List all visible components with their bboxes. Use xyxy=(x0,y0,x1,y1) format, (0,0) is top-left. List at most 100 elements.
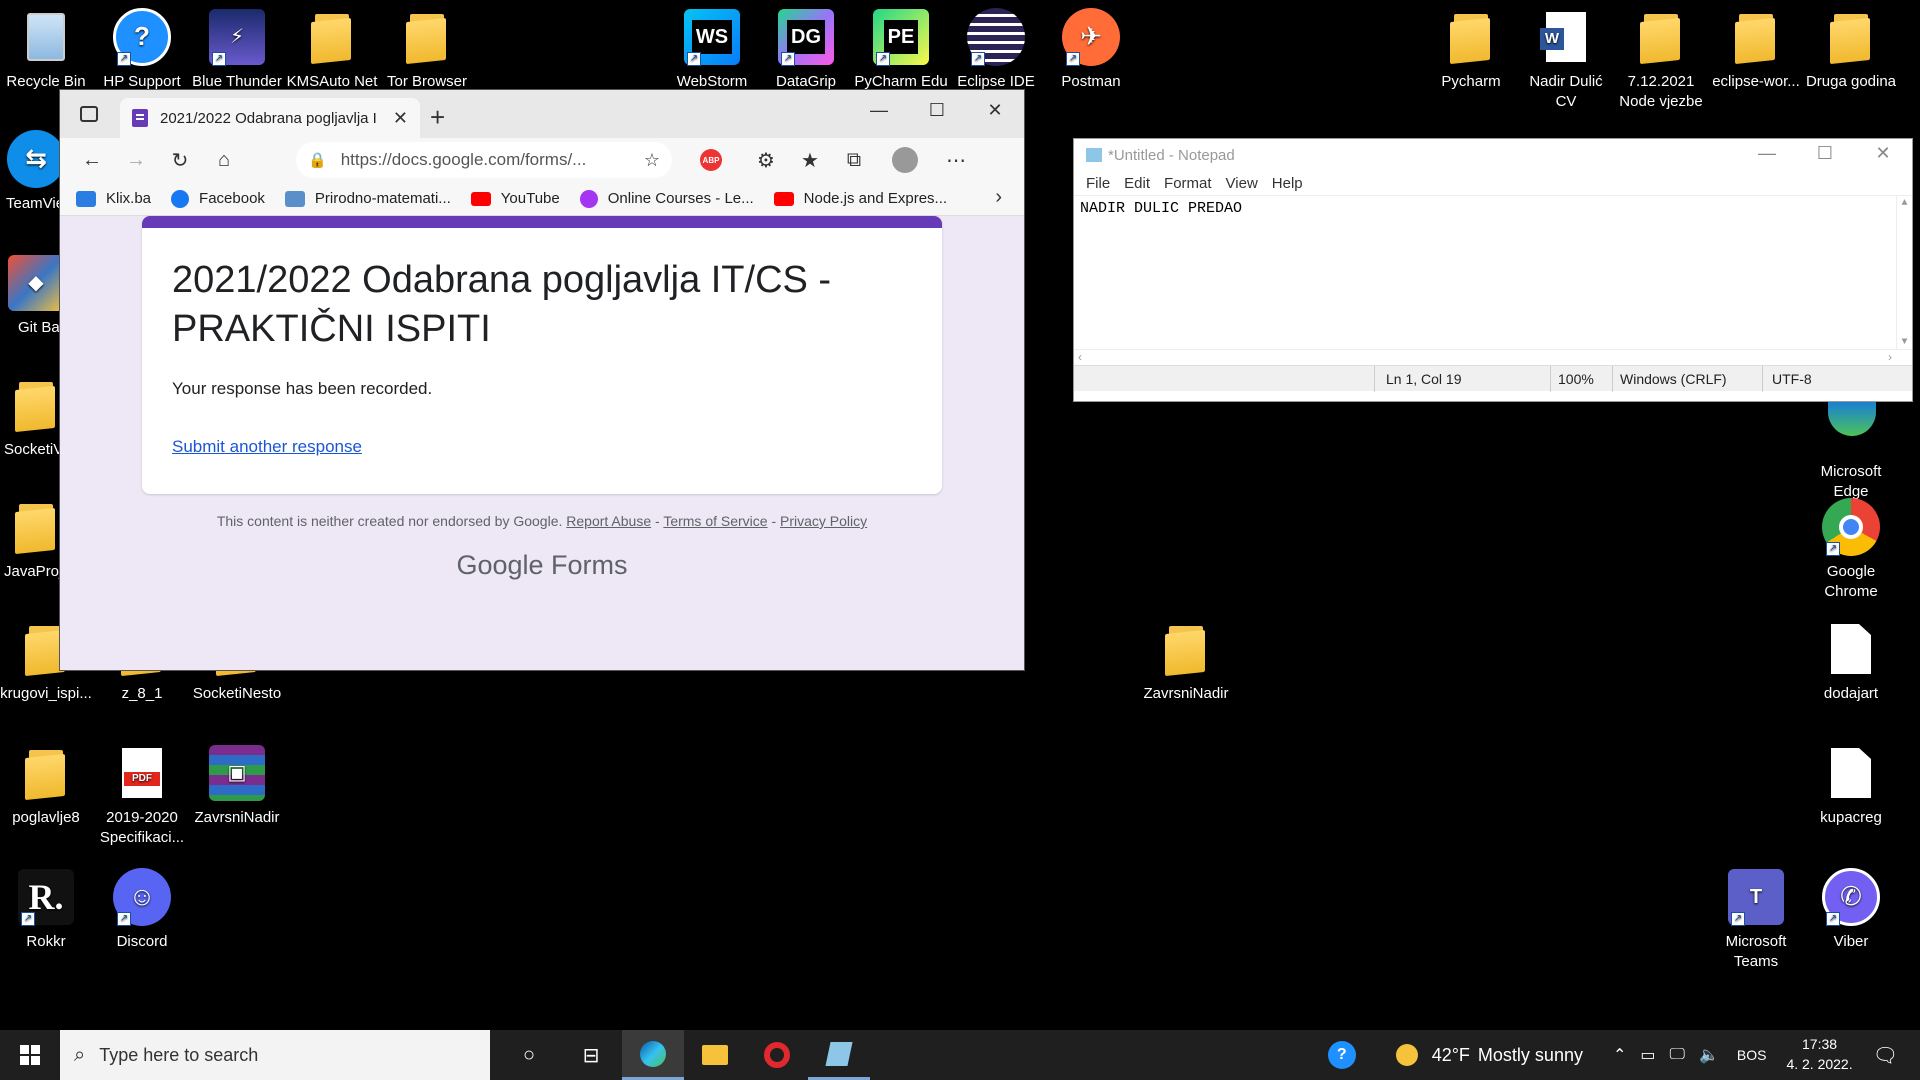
weather-widget[interactable]: 42°F Mostly sunny xyxy=(1395,1044,1583,1066)
maximize-button[interactable]: ☐ xyxy=(1796,139,1854,167)
forward-button[interactable]: → xyxy=(114,149,158,172)
minimize-button[interactable]: — xyxy=(1738,139,1796,167)
desktop-icon-discord[interactable]: ☺ ↗ Discord xyxy=(94,866,190,952)
tab-actions-icon[interactable] xyxy=(80,106,98,122)
minimize-button[interactable]: — xyxy=(850,96,908,124)
battery-icon[interactable]: ▭ xyxy=(1640,1045,1655,1065)
bookmark-item[interactable]: Online Courses - Le... xyxy=(579,189,754,208)
horizontal-scrollbar[interactable]: ‹ › xyxy=(1074,349,1912,365)
postman-icon: ✈ ↗ xyxy=(1060,6,1122,68)
notepad-titlebar[interactable]: *Untitled - Notepad — ☐ ✕ xyxy=(1074,139,1912,171)
task-view-button[interactable]: ⊟ xyxy=(560,1030,622,1080)
taskbar-edge[interactable] xyxy=(622,1030,684,1080)
desktop-icon-rokkr[interactable]: R. ↗ Rokkr xyxy=(0,866,94,952)
notifications-icon[interactable]: 🗨 xyxy=(1873,1043,1898,1068)
more-menu-icon[interactable]: ⋯ xyxy=(934,148,978,173)
menu-format[interactable]: Format xyxy=(1164,175,1212,192)
discord-icon: ☺ ↗ xyxy=(111,866,173,928)
close-window-button[interactable]: ✕ xyxy=(966,96,1024,124)
desktop-icon-postman[interactable]: ✈ ↗ Postman xyxy=(1043,6,1139,92)
add-favorite-icon[interactable]: ☆ xyxy=(644,150,660,171)
vertical-scrollbar[interactable]: ▲ ▼ xyxy=(1896,196,1912,350)
pdf-file-icon: PDF xyxy=(111,742,173,804)
desktop-icon-dodajart[interactable]: dodajart xyxy=(1803,618,1899,704)
report-abuse-link[interactable]: Report Abuse xyxy=(566,513,651,529)
taskbar-file-explorer[interactable] xyxy=(684,1030,746,1080)
desktop-icon-node-vjezbe[interactable]: 7.12.2021 Node vjezbe xyxy=(1613,6,1709,111)
menu-edit[interactable]: Edit xyxy=(1124,175,1150,192)
chevron-up-icon[interactable]: ⌃ xyxy=(1613,1045,1626,1065)
refresh-button[interactable]: ↻ xyxy=(158,148,202,173)
desktop-icon-webstorm[interactable]: WS ↗ WebStorm xyxy=(664,6,760,92)
menu-view[interactable]: View xyxy=(1226,175,1258,192)
cortana-button[interactable]: ○ xyxy=(498,1030,560,1080)
help-icon[interactable]: ? xyxy=(1327,1041,1356,1069)
new-tab-button[interactable]: + xyxy=(430,102,445,133)
notepad-window[interactable]: *Untitled - Notepad — ☐ ✕ File Edit Form… xyxy=(1073,138,1913,402)
desktop-icon-druga-godina[interactable]: Druga godina xyxy=(1803,6,1899,92)
close-tab-icon[interactable]: ✕ xyxy=(393,108,408,129)
adblock-extension-icon[interactable]: ABP xyxy=(700,149,722,171)
menu-help[interactable]: Help xyxy=(1272,175,1303,192)
language-indicator[interactable]: BOS xyxy=(1737,1047,1767,1063)
desktop-icon-pycharm-edu[interactable]: PE ↗ PyCharm Edu xyxy=(853,6,949,92)
udemy-icon xyxy=(579,189,598,208)
zoom-level: 100% xyxy=(1558,371,1594,387)
winrar-archive-icon: ▣ xyxy=(206,742,268,804)
bookmark-item[interactable]: Facebook xyxy=(171,189,265,208)
desktop-icon-hp-support[interactable]: ? ↗ HP Support xyxy=(94,6,190,92)
desktop-icon-tor-browser[interactable]: Tor Browser xyxy=(379,6,475,92)
desktop-icon-kmsauto[interactable]: KMSAuto Net xyxy=(284,6,380,92)
google-forms-logo[interactable]: Google Forms xyxy=(60,550,1024,581)
desktop-icon-ms-teams[interactable]: T ↗ Microsoft Teams xyxy=(1708,866,1804,971)
desktop-icon-zavrsni-rar[interactable]: ▣ ZavrsniNadir xyxy=(189,742,285,828)
desktop-icon-kupacreg[interactable]: kupacreg xyxy=(1803,742,1899,828)
notepad-text-area[interactable]: NADIR DULIC PREDAO ▲ ▼ xyxy=(1074,195,1912,350)
start-button[interactable] xyxy=(0,1030,60,1080)
desktop-icon-spec-pdf[interactable]: PDF 2019-2020 Specifikaci... xyxy=(94,742,190,847)
collections-icon[interactable]: ⧉ xyxy=(832,149,876,172)
clock[interactable]: 17:38 4. 2. 2022. xyxy=(1786,1035,1852,1074)
desktop-icon-google-chrome[interactable]: ↗ Google Chrome xyxy=(1803,496,1899,601)
desktop-icon-recycle-bin[interactable]: Recycle Bin xyxy=(0,6,94,92)
privacy-link[interactable]: Privacy Policy xyxy=(780,513,867,529)
home-button[interactable]: ⌂ xyxy=(202,149,246,172)
volume-icon[interactable]: 🔈 xyxy=(1699,1045,1719,1065)
browser-tab[interactable]: 2021/2022 Odabrana pogljavlja I ✕ xyxy=(120,98,420,138)
taskbar-notepad[interactable] xyxy=(808,1030,870,1080)
profile-avatar[interactable] xyxy=(892,147,918,173)
terms-link[interactable]: Terms of Service xyxy=(663,513,767,529)
favorites-icon[interactable]: ★ xyxy=(788,148,832,173)
taskbar-search-box[interactable]: ⌕ Type here to search xyxy=(60,1030,490,1080)
desktop-icon-zavrsni-folder[interactable]: ZavrsniNadir xyxy=(1138,618,1234,704)
desktop-icon-nadir-cv[interactable]: W Nadir Dulić CV xyxy=(1518,6,1614,111)
submit-another-link[interactable]: Submit another response xyxy=(172,437,362,457)
bookmark-item[interactable]: YouTube xyxy=(470,190,560,207)
back-button[interactable]: ← xyxy=(70,149,114,172)
desktop-icon-eclipse-wor[interactable]: eclipse-wor... xyxy=(1708,6,1804,92)
close-window-button[interactable]: ✕ xyxy=(1854,139,1912,167)
desktop-icon-poglavlje8[interactable]: poglavlje8 xyxy=(0,742,94,828)
maximize-button[interactable]: ☐ xyxy=(908,96,966,124)
taskbar-opera[interactable] xyxy=(746,1030,808,1080)
desktop-icon-blue-thunder[interactable]: ⚡ ↗ Blue Thunder xyxy=(189,6,285,92)
chevron-right-icon[interactable]: › xyxy=(995,186,1002,209)
desktop-icon-pycharm-folder[interactable]: Pycharm xyxy=(1423,6,1519,92)
desktop-icon-eclipse-ide[interactable]: ↗ Eclipse IDE xyxy=(948,6,1044,92)
bookmark-item[interactable]: Klix.ba xyxy=(76,190,151,207)
browser-window[interactable]: 2021/2022 Odabrana pogljavlja I ✕ + — ☐ … xyxy=(60,90,1024,670)
pycharm-edu-icon: PE ↗ xyxy=(870,6,932,68)
teams-icon: T ↗ xyxy=(1725,866,1787,928)
system-tray: ? 42°F Mostly sunny ⌃ ▭ 🖵 🔈 BOS 17:38 4.… xyxy=(1327,1030,1920,1080)
bookmark-item[interactable]: Node.js and Expres... xyxy=(773,190,947,207)
extensions-icon[interactable]: ⚙ xyxy=(744,148,788,173)
desktop-icon-viber[interactable]: ✆ ↗ Viber xyxy=(1803,866,1899,952)
network-icon[interactable]: 🖵 xyxy=(1670,1046,1685,1064)
menu-file[interactable]: File xyxy=(1086,175,1110,192)
folder-icon xyxy=(5,496,67,558)
encoding: UTF-8 xyxy=(1772,371,1812,387)
browser-titlebar[interactable]: 2021/2022 Odabrana pogljavlja I ✕ + — ☐ … xyxy=(60,90,1024,138)
bookmark-item[interactable]: Prirodno-matemati... xyxy=(284,190,451,207)
address-bar[interactable]: 🔒 https://docs.google.com/forms/... ☆ xyxy=(296,142,672,178)
desktop-icon-datagrip[interactable]: DG ↗ DataGrip xyxy=(758,6,854,92)
